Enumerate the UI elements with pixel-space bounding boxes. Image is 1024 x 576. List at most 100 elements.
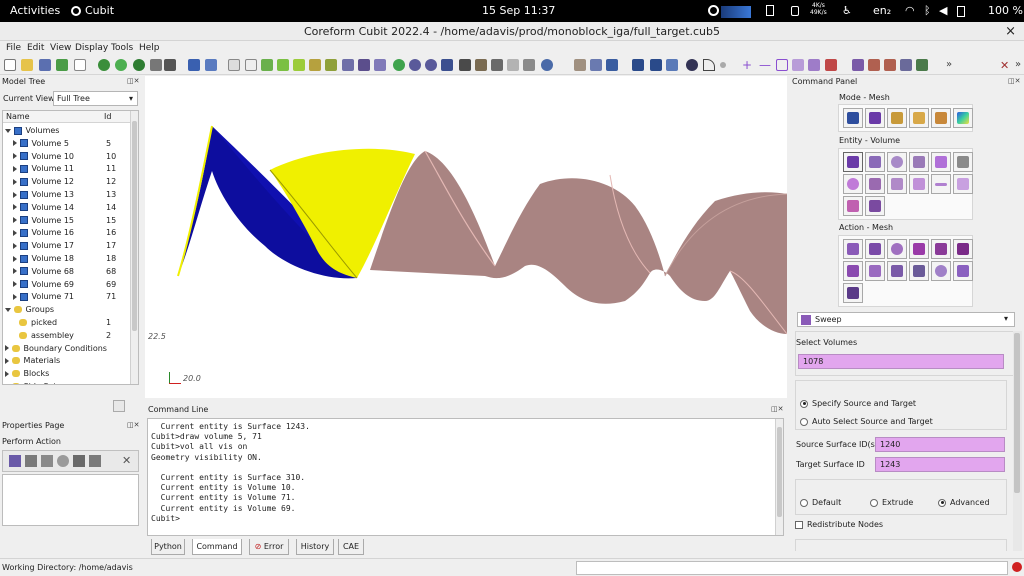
expand-closed-icon[interactable] — [13, 255, 17, 262]
save-as-icon[interactable] — [56, 59, 68, 71]
transparent-icon[interactable] — [507, 59, 519, 71]
command-scrollbar[interactable] — [775, 419, 783, 535]
properties-icon-6[interactable] — [89, 455, 101, 467]
tab-error[interactable]: ⊘ Error — [249, 539, 289, 555]
expand-closed-icon[interactable] — [13, 293, 17, 300]
mesh-wire-icon[interactable] — [374, 59, 386, 71]
expand-closed-icon[interactable] — [13, 242, 17, 249]
properties-icon-2[interactable] — [25, 455, 37, 467]
mode-analysis-icon[interactable] — [953, 108, 973, 128]
arrow-up-icon[interactable] — [852, 59, 864, 71]
tree-volume-row[interactable]: Volume 5 5 — [3, 137, 111, 150]
scheme-select[interactable]: Sweep ▾ — [797, 312, 1015, 327]
expand-closed-icon[interactable] — [5, 357, 9, 364]
surface-cube-icon[interactable] — [293, 59, 305, 71]
wire-cube-icon[interactable] — [228, 59, 240, 71]
menu-display[interactable]: Display — [75, 43, 108, 53]
bluetooth-icon[interactable]: ᛒ — [924, 4, 931, 17]
pin-icon[interactable]: ✕ — [1000, 59, 1012, 72]
shaded-icon[interactable] — [491, 59, 503, 71]
tree-volume-row[interactable]: Volume 71 71 — [3, 290, 116, 303]
back-view-icon[interactable] — [650, 59, 662, 71]
source-surface-input[interactable]: 1240 — [875, 437, 1005, 452]
minus-icon[interactable]: — — [759, 59, 771, 71]
tab-python[interactable]: Python — [151, 539, 185, 555]
entity-pyramid-icon[interactable] — [865, 174, 885, 194]
render-icon[interactable] — [475, 59, 487, 71]
overflow-right-icon[interactable]: » — [1015, 59, 1024, 71]
hammer-icon[interactable] — [868, 59, 880, 71]
front-view-icon[interactable] — [632, 59, 644, 71]
square-icon[interactable] — [776, 59, 788, 71]
expand-closed-icon[interactable] — [13, 191, 17, 198]
grid-small-icon[interactable] — [900, 59, 912, 71]
rotate-icon[interactable] — [205, 59, 217, 71]
block-icon[interactable] — [808, 59, 820, 71]
sphere-icon[interactable] — [686, 59, 698, 71]
expand-closed-icon[interactable] — [13, 268, 17, 275]
mode-block-icon[interactable] — [887, 108, 907, 128]
curve-icon[interactable] — [703, 59, 715, 71]
entity-tri-icon[interactable] — [909, 174, 929, 194]
auto-select-radio[interactable]: Auto Select Source and Target — [800, 417, 933, 426]
action-merge-icon[interactable] — [953, 261, 973, 281]
perspective-icon[interactable] — [541, 59, 553, 71]
tree-volume-row[interactable]: Volume 68 68 — [3, 265, 116, 278]
mesh-view-icon[interactable] — [342, 59, 354, 71]
command-output[interactable]: Current entity is Surface 1243. Cubit>dra… — [147, 418, 784, 536]
tree-other-node[interactable]: Blocks — [3, 367, 49, 380]
open-file-icon[interactable] — [21, 59, 33, 71]
menu-help[interactable]: Help — [139, 43, 160, 53]
clip-icon[interactable] — [590, 59, 602, 71]
expand-closed-icon[interactable] — [5, 383, 9, 384]
expand-open-icon[interactable] — [5, 307, 11, 312]
overflow-icon[interactable]: » — [946, 59, 958, 71]
zoom-out-icon[interactable] — [425, 59, 437, 71]
refresh-icon[interactable] — [393, 59, 405, 71]
action-quality-icon[interactable] — [865, 261, 885, 281]
axis-icon[interactable] — [606, 59, 618, 71]
tree-scroll-thumb[interactable] — [132, 121, 137, 331]
tab-history[interactable]: History — [296, 539, 334, 555]
vertex-cube-icon[interactable] — [325, 59, 337, 71]
curve-cube-icon[interactable] — [309, 59, 321, 71]
play-journal-icon[interactable] — [133, 59, 145, 71]
record-icon[interactable] — [98, 59, 110, 71]
properties-close-icon[interactable]: ✕ — [122, 454, 131, 467]
save-icon[interactable] — [39, 59, 51, 71]
action-grid-icon[interactable] — [843, 283, 863, 303]
bag-icon[interactable] — [791, 6, 799, 16]
clipboard-icon[interactable] — [766, 5, 774, 16]
entity-curve-icon[interactable] — [887, 152, 907, 172]
tree-volume-row[interactable]: Volume 14 14 — [3, 201, 116, 214]
action-sweep-icon[interactable] — [909, 239, 929, 259]
pan-icon[interactable] — [441, 59, 453, 71]
tree-scrollbar[interactable] — [130, 111, 138, 384]
entity-layer-icon[interactable] — [865, 196, 885, 216]
properties-float-button[interactable]: ◫✕ — [127, 421, 139, 429]
tree-volume-row[interactable]: Volume 10 10 — [3, 150, 116, 163]
tab-cae[interactable]: CAE — [338, 539, 364, 555]
specify-source-target-radio[interactable]: Specify Source and Target — [800, 399, 916, 408]
extrude-radio[interactable]: Extrude — [870, 498, 913, 507]
tree-group-row[interactable]: picked 1 — [3, 316, 111, 329]
tree-volume-row[interactable]: Volume 18 18 — [3, 252, 116, 265]
entity-node-icon[interactable] — [843, 174, 863, 194]
activities-button[interactable]: Activities — [10, 4, 60, 17]
accessibility-icon[interactable]: ♿ — [842, 4, 852, 17]
properties-icon-3[interactable] — [41, 455, 53, 467]
expand-closed-icon[interactable] — [13, 204, 17, 211]
tree-other-node[interactable]: Boundary Conditions — [3, 342, 107, 355]
action-scheme-icon[interactable] — [865, 239, 885, 259]
entity-cross-icon[interactable] — [953, 174, 973, 194]
close-window-button[interactable]: × — [1005, 22, 1016, 41]
tree-volume-row[interactable]: Volume 17 17 — [3, 239, 116, 252]
expand-closed-icon[interactable] — [5, 345, 9, 352]
mode-material-icon[interactable] — [931, 108, 951, 128]
mesh-shaded-icon[interactable] — [358, 59, 370, 71]
expand-closed-icon[interactable] — [13, 217, 17, 224]
select-icon[interactable] — [188, 59, 200, 71]
play-small-icon[interactable] — [916, 59, 928, 71]
keyboard-layout[interactable]: en₂ — [873, 4, 891, 17]
clock[interactable]: 15 Sep 11:37 — [482, 4, 555, 17]
